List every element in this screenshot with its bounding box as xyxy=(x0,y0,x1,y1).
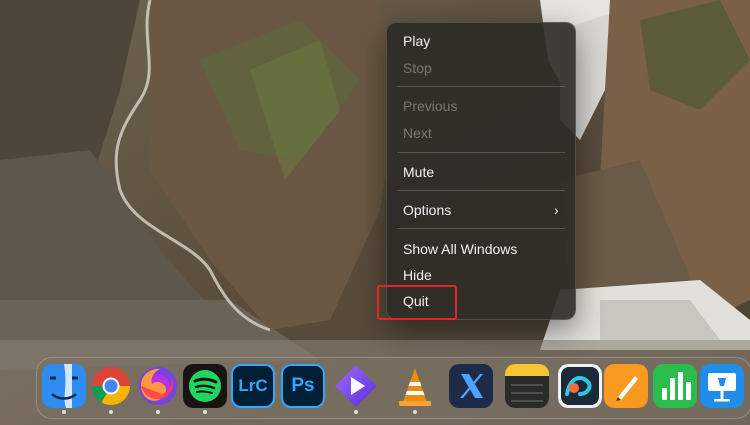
vlc-cone-icon xyxy=(393,364,437,408)
running-indicator xyxy=(156,410,160,414)
dock-app-spotify[interactable] xyxy=(183,364,227,408)
running-indicator xyxy=(62,410,66,414)
photoshop-icon-text: Ps xyxy=(291,375,315,396)
pages-icon xyxy=(604,364,648,408)
dock-app-chrome[interactable] xyxy=(89,364,133,408)
numbers-icon xyxy=(653,364,697,408)
quit-highlight-box xyxy=(377,285,457,320)
dock-app-x[interactable] xyxy=(449,364,493,408)
menu-item-previous: Previous xyxy=(403,98,458,114)
running-indicator xyxy=(413,410,417,414)
dock-app-freeform[interactable] xyxy=(558,364,602,408)
notes-icon xyxy=(505,364,549,408)
dock-context-menu: Play Stop Previous Next Mute Options › S… xyxy=(386,22,576,320)
menu-item-mute[interactable]: Mute xyxy=(403,162,434,182)
menu-item-stop: Stop xyxy=(403,60,432,76)
running-indicator xyxy=(203,410,207,414)
dock-app-lightroom-classic[interactable]: LrC xyxy=(231,364,275,408)
menu-separator xyxy=(397,190,565,191)
finder-icon xyxy=(42,364,86,408)
dock-app-keynote[interactable] xyxy=(700,364,744,408)
spotify-icon xyxy=(183,364,227,408)
menu-item-options-label: Options xyxy=(403,202,452,218)
chrome-icon xyxy=(89,364,133,408)
menu-item-options[interactable]: Options › xyxy=(403,200,563,220)
menu-item-play[interactable]: Play xyxy=(403,31,430,51)
keynote-icon xyxy=(700,364,744,408)
chevron-right-icon: › xyxy=(554,202,559,218)
x-icon xyxy=(449,364,493,408)
dock-app-firefox[interactable] xyxy=(136,364,180,408)
menu-item-show-all-windows[interactable]: Show All Windows xyxy=(403,239,517,259)
dock-app-infuse[interactable] xyxy=(334,364,378,408)
firefox-icon xyxy=(136,364,180,408)
dock-app-finder[interactable] xyxy=(42,364,86,408)
menu-item-next: Next xyxy=(403,125,432,141)
dock-app-numbers[interactable] xyxy=(653,364,697,408)
running-indicator xyxy=(354,410,358,414)
menu-separator xyxy=(397,152,565,153)
dock-app-photoshop[interactable]: Ps xyxy=(281,364,325,408)
menu-separator xyxy=(397,86,565,87)
running-indicator xyxy=(109,410,113,414)
dock-app-notes[interactable] xyxy=(505,364,549,408)
lightroom-icon-text: LrC xyxy=(238,376,268,395)
freeform-icon xyxy=(558,364,602,408)
photoshop-icon: Ps xyxy=(281,364,325,408)
menu-item-hide[interactable]: Hide xyxy=(403,265,432,285)
infuse-play-icon xyxy=(334,364,378,408)
lightroom-icon: LrC xyxy=(231,364,275,408)
dock-app-vlc[interactable] xyxy=(393,364,437,408)
menu-separator xyxy=(397,228,565,229)
dock-app-pages[interactable] xyxy=(604,364,648,408)
